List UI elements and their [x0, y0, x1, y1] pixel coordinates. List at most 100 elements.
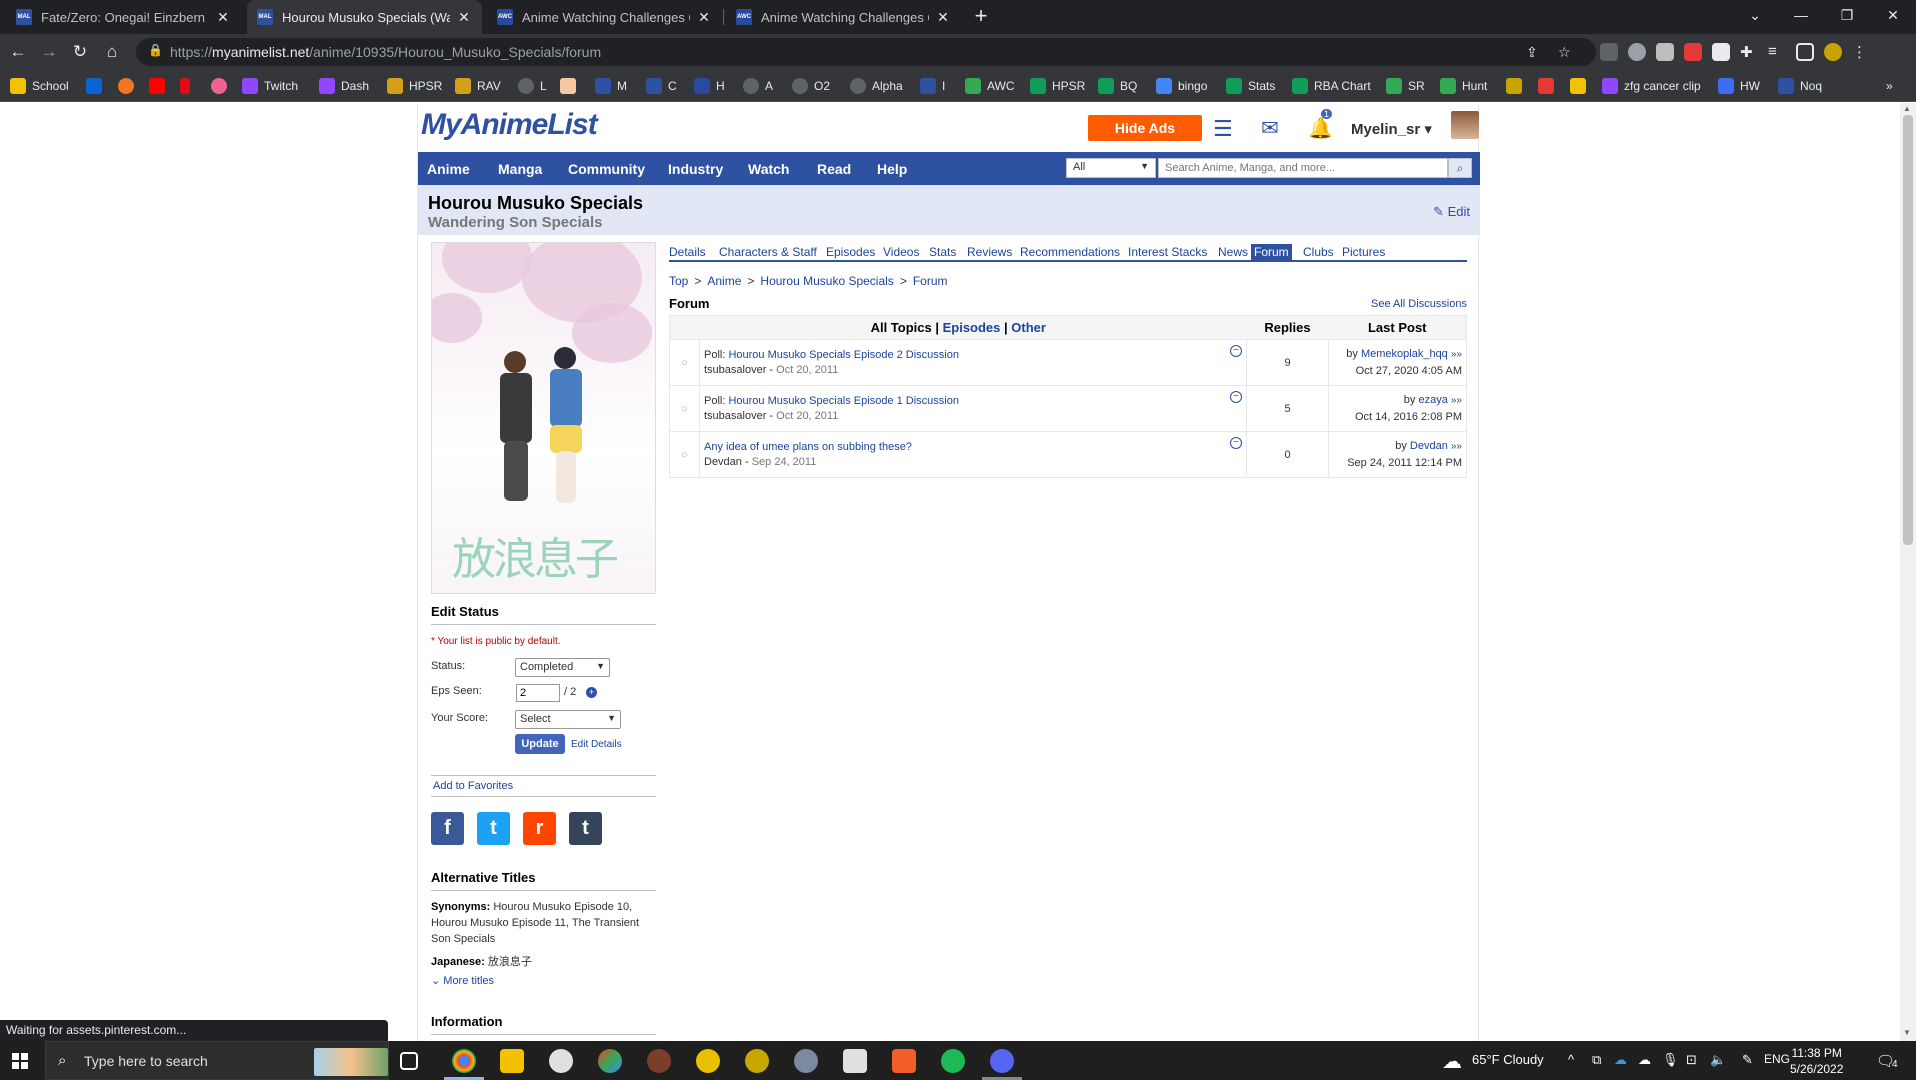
topic-link[interactable]: Any idea of umee plans on subbing these?: [704, 441, 912, 453]
tab-details[interactable]: Details: [669, 245, 706, 259]
bookmark-item[interactable]: [86, 76, 108, 96]
collapse-minus-icon[interactable]: −: [1230, 437, 1242, 449]
windows-start-icon[interactable]: [12, 1053, 28, 1069]
obs-icon[interactable]: [549, 1049, 573, 1073]
extension-icon[interactable]: [1600, 43, 1618, 61]
tab-episodes[interactable]: Episodes: [826, 245, 875, 259]
back-arrow-icon[interactable]: ←: [6, 40, 30, 64]
bookmark-item[interactable]: HPSR: [387, 76, 442, 96]
bookmark-item[interactable]: M: [595, 76, 627, 96]
nav-industry[interactable]: Industry: [668, 161, 723, 177]
double-arrow-icon[interactable]: »»: [1451, 395, 1462, 406]
close-icon[interactable]: ✕: [215, 9, 231, 26]
filter-other[interactable]: Other: [1011, 320, 1046, 335]
bookmark-item[interactable]: RAV: [455, 76, 501, 96]
bookmark-item[interactable]: bingo: [1156, 76, 1207, 96]
more-titles-link[interactable]: ⌄ More titles: [431, 973, 656, 989]
search-icon[interactable]: ⌕: [1448, 158, 1472, 178]
address-bar[interactable]: 🔒 https://myanimelist.net/anime/10935/Ho…: [136, 38, 1596, 66]
bookmark-item[interactable]: H: [694, 76, 725, 96]
breadcrumb-top[interactable]: Top: [669, 274, 688, 288]
reading-list-icon[interactable]: ≡: [1768, 43, 1786, 61]
page-scrollbar[interactable]: ▲ ▼: [1900, 103, 1916, 1041]
tray-chevron-icon[interactable]: ^: [1568, 1052, 1574, 1067]
filter-all-topics[interactable]: All Topics: [871, 320, 932, 335]
bookmark-item[interactable]: [1570, 76, 1592, 96]
profile-avatar[interactable]: [1824, 43, 1842, 61]
taskbar-search-box[interactable]: ⌕ Type here to search: [45, 1041, 389, 1080]
browser-tab-4[interactable]: AWC Anime Watching Challenges Club ✕: [726, 0, 961, 34]
app-icon[interactable]: [745, 1049, 769, 1073]
list-icon[interactable]: ☰: [1213, 116, 1233, 142]
double-arrow-icon[interactable]: »»: [1451, 441, 1462, 452]
topic-radio-icon[interactable]: ○: [669, 431, 700, 478]
tab-search-chevron-icon[interactable]: ⌄: [1732, 0, 1778, 30]
taskbar-clock[interactable]: 11:38 PM 5/26/2022: [1790, 1045, 1843, 1077]
app-icon[interactable]: [598, 1049, 622, 1073]
scroll-down-arrow-icon[interactable]: ▼: [1903, 1028, 1911, 1037]
bookmark-item[interactable]: Hunt: [1440, 76, 1487, 96]
reload-icon[interactable]: ↻: [68, 40, 92, 64]
topic-link[interactable]: Hourou Musuko Specials Episode 2 Discuss…: [728, 349, 959, 361]
bookmark-item[interactable]: Noq: [1778, 76, 1822, 96]
tab-news[interactable]: News: [1218, 245, 1248, 259]
bookmark-item[interactable]: O2: [792, 76, 830, 96]
share-icon[interactable]: ⇪: [1526, 44, 1538, 61]
collapse-minus-icon[interactable]: −: [1230, 391, 1242, 403]
menu-dots-icon[interactable]: ⋮: [1852, 43, 1870, 61]
tab-videos[interactable]: Videos: [883, 245, 919, 259]
site-logo[interactable]: MyAnimeList: [421, 108, 598, 142]
tab-forum[interactable]: Forum: [1251, 244, 1292, 260]
breadcrumb-title[interactable]: Hourou Musuko Specials: [760, 274, 893, 288]
score-select[interactable]: Select ▼: [515, 710, 621, 729]
search-input[interactable]: [1158, 158, 1448, 178]
bookmark-item[interactable]: [180, 76, 196, 96]
home-icon[interactable]: ⌂: [100, 40, 124, 64]
nav-help[interactable]: Help: [877, 161, 907, 177]
discord-icon[interactable]: [990, 1049, 1014, 1073]
bookmark-item[interactable]: HW: [1718, 76, 1760, 96]
bookmark-item[interactable]: Twitch: [242, 76, 298, 96]
extension-icon[interactable]: [1712, 43, 1730, 61]
mail-icon[interactable]: ✉: [1261, 116, 1279, 141]
update-button[interactable]: Update: [515, 734, 565, 754]
see-all-discussions-link[interactable]: See All Discussions: [1371, 298, 1467, 310]
bookmark-item[interactable]: AWC: [965, 76, 1015, 96]
tab-reviews[interactable]: Reviews: [967, 245, 1012, 259]
app-icon[interactable]: [794, 1049, 818, 1073]
bookmark-item[interactable]: I: [920, 76, 945, 96]
breadcrumb-forum[interactable]: Forum: [913, 274, 948, 288]
tab-recommendations[interactable]: Recommendations: [1020, 245, 1120, 259]
bookmark-item[interactable]: [211, 76, 233, 96]
topic-link[interactable]: Hourou Musuko Specials Episode 1 Discuss…: [728, 395, 959, 407]
topic-radio-icon[interactable]: ○: [669, 385, 700, 432]
tray-app-icon[interactable]: ⧉: [1592, 1052, 1601, 1068]
eps-seen-input[interactable]: [516, 684, 560, 702]
close-window-button[interactable]: ✕: [1870, 0, 1916, 30]
bookmark-item[interactable]: Dash: [319, 76, 369, 96]
restore-button[interactable]: ❐: [1824, 0, 1870, 30]
tab-clubs[interactable]: Clubs: [1303, 245, 1334, 259]
spotify-icon[interactable]: [941, 1049, 965, 1073]
double-arrow-icon[interactable]: »»: [1451, 349, 1462, 360]
bookmark-item[interactable]: RBA Chart: [1292, 76, 1371, 96]
bookmark-item[interactable]: [560, 76, 582, 96]
tab-characters-staff[interactable]: Characters & Staff: [719, 245, 817, 259]
bookmark-item[interactable]: Stats: [1226, 76, 1275, 96]
tab-pictures[interactable]: Pictures: [1342, 245, 1385, 259]
facebook-share-icon[interactable]: f: [431, 812, 464, 845]
nav-watch[interactable]: Watch: [748, 161, 789, 177]
reddit-share-icon[interactable]: r: [523, 812, 556, 845]
bookmark-item[interactable]: zfg cancer clip: [1602, 76, 1701, 96]
twitter-share-icon[interactable]: t: [477, 812, 510, 845]
last-post-user[interactable]: Devdan: [1410, 440, 1448, 452]
weather-text[interactable]: 65°F Cloudy: [1472, 1052, 1544, 1067]
bookmarks-overflow-icon[interactable]: »: [1886, 76, 1893, 96]
app-icon[interactable]: [647, 1049, 671, 1073]
tab-interest-stacks[interactable]: Interest Stacks: [1128, 245, 1207, 259]
bookmark-item[interactable]: [1506, 76, 1528, 96]
network-icon[interactable]: ⊡: [1686, 1052, 1697, 1068]
bookmark-item[interactable]: Alpha: [850, 76, 903, 96]
status-select[interactable]: Completed ▼: [515, 658, 610, 677]
bookmark-item[interactable]: SR: [1386, 76, 1425, 96]
